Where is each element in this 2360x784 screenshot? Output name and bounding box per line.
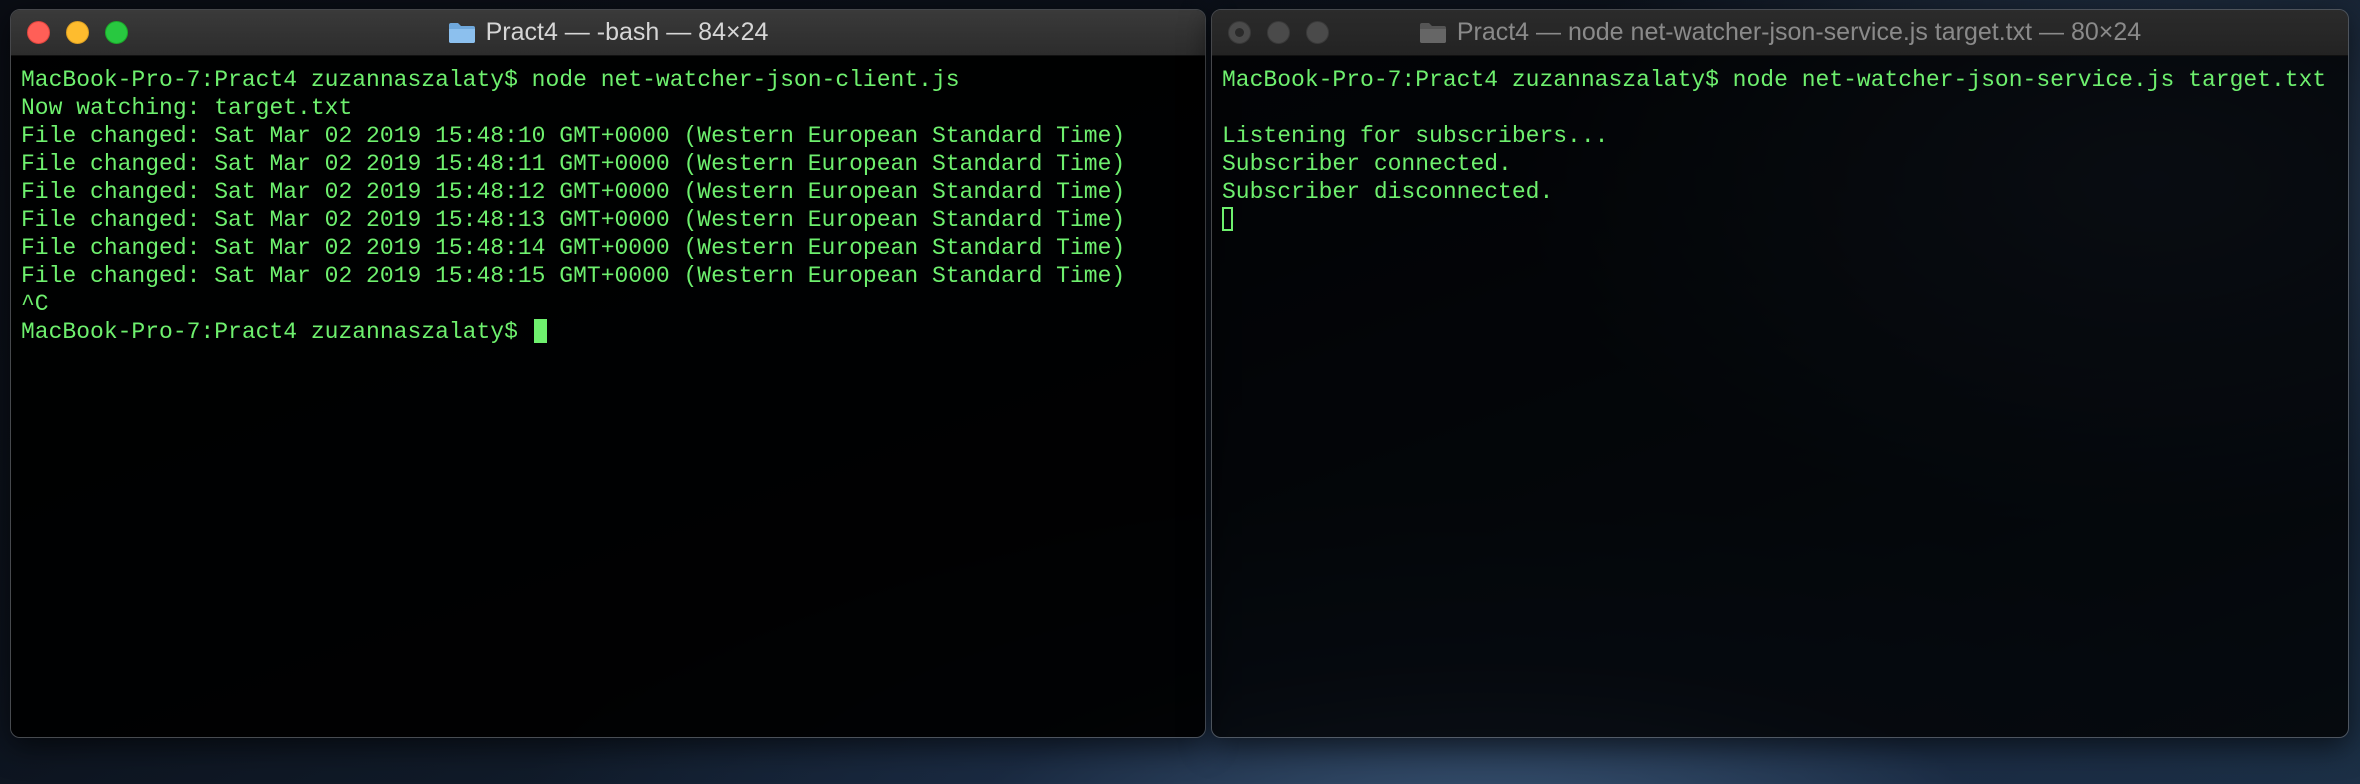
terminal-line: Subscriber connected.: [1222, 151, 1512, 177]
terminal-line: File changed: Sat Mar 02 2019 15:48:14 G…: [21, 235, 1126, 261]
folder-icon: [1419, 22, 1447, 44]
terminal-output[interactable]: MacBook-Pro-7:Pract4 zuzannaszalaty$ nod…: [11, 56, 1205, 737]
terminal-line: File changed: Sat Mar 02 2019 15:48:13 G…: [21, 207, 1126, 233]
terminal-line: File changed: Sat Mar 02 2019 15:48:10 G…: [21, 123, 1126, 149]
terminal-line: Listening for subscribers...: [1222, 123, 1609, 149]
terminal-window-left[interactable]: Pract4 — -bash — 84×24 MacBook-Pro-7:Pra…: [10, 9, 1206, 738]
terminal-output[interactable]: MacBook-Pro-7:Pract4 zuzannaszalaty$ nod…: [1212, 56, 2348, 737]
title-bar[interactable]: Pract4 — -bash — 84×24: [11, 10, 1205, 56]
terminal-line: File changed: Sat Mar 02 2019 15:48:12 G…: [21, 179, 1126, 205]
terminal-line: File changed: Sat Mar 02 2019 15:48:11 G…: [21, 151, 1126, 177]
terminal-line: File changed: Sat Mar 02 2019 15:48:15 G…: [21, 263, 1126, 289]
terminal-line: MacBook-Pro-7:Pract4 zuzannaszalaty$ nod…: [21, 67, 960, 93]
cursor: [533, 319, 547, 343]
terminal-line: Now watching: target.txt: [21, 95, 353, 121]
shell-prompt: MacBook-Pro-7:Pract4 zuzannaszalaty$: [21, 319, 532, 345]
terminal-window-right[interactable]: Pract4 — node net-watcher-json-service.j…: [1211, 9, 2349, 738]
terminal-line: Subscriber disconnected.: [1222, 179, 1554, 205]
cursor: [1222, 207, 1233, 231]
window-title-area: Pract4 — -bash — 84×24: [11, 10, 1205, 55]
terminal-line: ^C: [21, 291, 49, 317]
window-title: Pract4 — node net-watcher-json-service.j…: [1456, 18, 2142, 46]
prompt-line[interactable]: MacBook-Pro-7:Pract4 zuzannaszalaty$: [21, 318, 1205, 346]
window-title: Pract4 — -bash — 84×24: [485, 18, 769, 46]
window-title-area: Pract4 — node net-watcher-json-service.j…: [1212, 10, 2348, 55]
title-bar[interactable]: Pract4 — node net-watcher-json-service.j…: [1212, 10, 2348, 56]
prompt-line[interactable]: [1222, 206, 2348, 234]
terminal-line: MacBook-Pro-7:Pract4 zuzannaszalaty$ nod…: [1222, 67, 2327, 93]
folder-icon: [448, 22, 476, 44]
